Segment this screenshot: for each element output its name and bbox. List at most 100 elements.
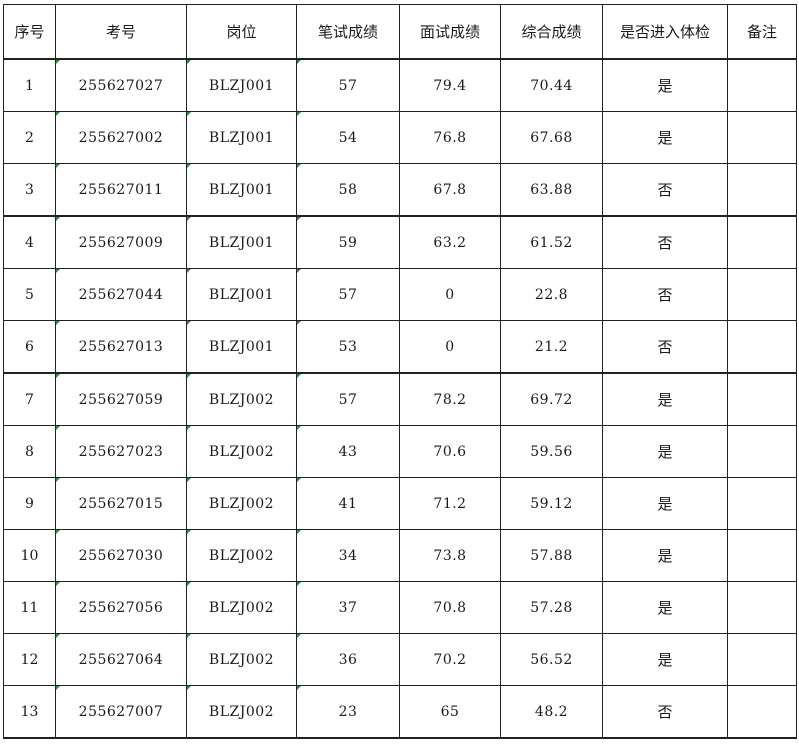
table-row: 3 255627011 BLZJ001 58 67.8 63.88 否: [3, 163, 797, 217]
row-index: 5: [3, 268, 56, 321]
table-row: 5 255627044 BLZJ001 57 0 22.8 否: [3, 268, 797, 321]
table-row: 10 255627030 BLZJ002 34 73.8 57.88 是: [3, 529, 797, 582]
written-score: 37: [296, 581, 400, 634]
total-score: 57.28: [500, 581, 603, 634]
position: BLZJ002: [186, 477, 297, 530]
written-score: 59: [296, 215, 400, 269]
header-exam-number: 考号: [55, 4, 187, 60]
written-score: 57: [296, 58, 400, 112]
position: BLZJ001: [186, 215, 297, 269]
remarks: [727, 425, 797, 478]
exam-number: 255627044: [55, 268, 187, 321]
interview-score: 0: [399, 320, 501, 374]
total-score: 61.52: [500, 215, 603, 269]
exam-number: 255627030: [55, 529, 187, 582]
position: BLZJ002: [186, 425, 297, 478]
physical-exam-flag: 是: [602, 633, 728, 686]
position: BLZJ002: [186, 581, 297, 634]
remarks: [727, 581, 797, 634]
total-score: 63.88: [500, 163, 603, 217]
position: BLZJ002: [186, 529, 297, 582]
table-row: 7 255627059 BLZJ002 57 78.2 69.72 是: [3, 372, 797, 426]
physical-exam-flag: 否: [602, 685, 728, 739]
interview-score: 65: [399, 685, 501, 739]
remarks: [727, 268, 797, 321]
total-score: 59.12: [500, 477, 603, 530]
row-index: 11: [3, 581, 56, 634]
table-row: 2 255627002 BLZJ001 54 76.8 67.68 是: [3, 111, 797, 164]
position: BLZJ001: [186, 111, 297, 164]
written-score: 43: [296, 425, 400, 478]
header-remarks: 备注: [727, 4, 797, 60]
row-index: 7: [3, 372, 56, 426]
written-score: 57: [296, 268, 400, 321]
table-row: 11 255627056 BLZJ002 37 70.8 57.28 是: [3, 581, 797, 634]
row-index: 6: [3, 320, 56, 374]
table-row: 12 255627064 BLZJ002 36 70.2 56.52 是: [3, 633, 797, 686]
position: BLZJ001: [186, 268, 297, 321]
total-score: 48.2: [500, 685, 603, 739]
interview-score: 71.2: [399, 477, 501, 530]
header-physical-exam: 是否进入体检: [602, 4, 728, 60]
row-index: 13: [3, 685, 56, 739]
remarks: [727, 685, 797, 739]
written-score: 53: [296, 320, 400, 374]
written-score: 23: [296, 685, 400, 739]
results-table: 序号 考号 岗位 笔试成绩 面试成绩 综合成绩 是否进入体检 备注 1 25562…: [3, 4, 797, 739]
physical-exam-flag: 是: [602, 58, 728, 112]
remarks: [727, 215, 797, 269]
interview-score: 78.2: [399, 372, 501, 426]
total-score: 70.44: [500, 58, 603, 112]
exam-number: 255627064: [55, 633, 187, 686]
header-position: 岗位: [186, 4, 297, 60]
position: BLZJ001: [186, 320, 297, 374]
table-row: 6 255627013 BLZJ001 53 0 21.2 否: [3, 320, 797, 374]
remarks: [727, 163, 797, 217]
position: BLZJ002: [186, 633, 297, 686]
physical-exam-flag: 是: [602, 372, 728, 426]
header-written-score: 笔试成绩: [296, 4, 400, 60]
exam-number: 255627015: [55, 477, 187, 530]
header-row: 序号 考号 岗位 笔试成绩 面试成绩 综合成绩 是否进入体检 备注: [3, 4, 797, 60]
interview-score: 70.2: [399, 633, 501, 686]
header-interview-score: 面试成绩: [399, 4, 501, 60]
exam-number: 255627027: [55, 58, 187, 112]
exam-number: 255627011: [55, 163, 187, 217]
physical-exam-flag: 是: [602, 111, 728, 164]
table-row: 13 255627007 BLZJ002 23 65 48.2 否: [3, 685, 797, 739]
exam-number: 255627007: [55, 685, 187, 739]
remarks: [727, 111, 797, 164]
header-index: 序号: [3, 4, 56, 60]
row-index: 4: [3, 215, 56, 269]
header-total-score: 综合成绩: [500, 4, 603, 60]
exam-number: 255627002: [55, 111, 187, 164]
row-index: 8: [3, 425, 56, 478]
physical-exam-flag: 是: [602, 581, 728, 634]
row-index: 3: [3, 163, 56, 217]
written-score: 36: [296, 633, 400, 686]
physical-exam-flag: 否: [602, 163, 728, 217]
row-index: 9: [3, 477, 56, 530]
total-score: 56.52: [500, 633, 603, 686]
position: BLZJ002: [186, 685, 297, 739]
written-score: 41: [296, 477, 400, 530]
remarks: [727, 372, 797, 426]
remarks: [727, 633, 797, 686]
row-index: 1: [3, 58, 56, 112]
total-score: 22.8: [500, 268, 603, 321]
remarks: [727, 58, 797, 112]
interview-score: 79.4: [399, 58, 501, 112]
row-index: 12: [3, 633, 56, 686]
interview-score: 0: [399, 268, 501, 321]
exam-number: 255627056: [55, 581, 187, 634]
written-score: 34: [296, 529, 400, 582]
interview-score: 73.8: [399, 529, 501, 582]
table-row: 4 255627009 BLZJ001 59 63.2 61.52 否: [3, 215, 797, 269]
position: BLZJ002: [186, 372, 297, 426]
total-score: 21.2: [500, 320, 603, 374]
total-score: 59.56: [500, 425, 603, 478]
written-score: 58: [296, 163, 400, 217]
row-index: 2: [3, 111, 56, 164]
remarks: [727, 529, 797, 582]
physical-exam-flag: 是: [602, 529, 728, 582]
